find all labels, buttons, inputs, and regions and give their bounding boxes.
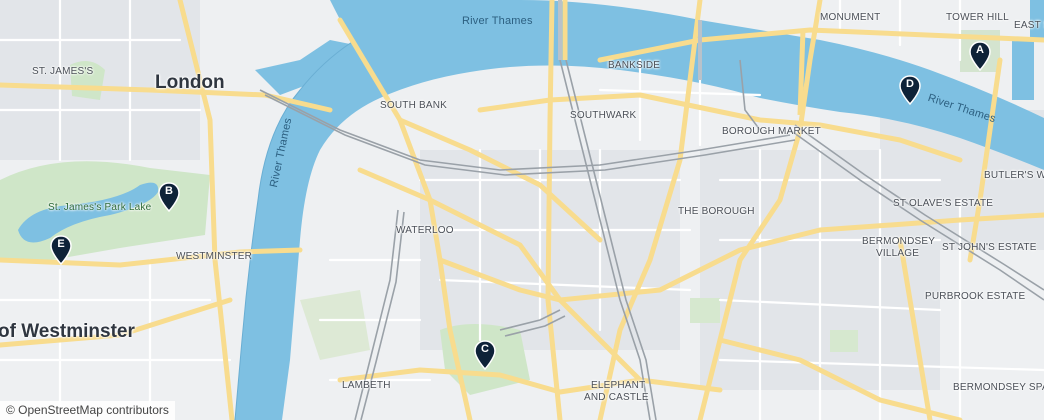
- purbrook-estate-label: PURBROOK ESTATE: [925, 291, 1026, 302]
- map-attribution: © OpenStreetMap contributors: [0, 401, 175, 420]
- map-marker-e[interactable]: E: [50, 235, 72, 265]
- marker-letter: A: [976, 44, 984, 56]
- marker-letter: D: [906, 78, 914, 90]
- map-marker-a[interactable]: A: [969, 41, 991, 71]
- attribution-text[interactable]: © OpenStreetMap contributors: [6, 403, 169, 417]
- monument-label: MONUMENT: [820, 12, 881, 23]
- city-of-westminster-label: of Westminster: [0, 321, 135, 342]
- bermondsey-spa-label: BERMONDSEY SPA: [953, 382, 1044, 393]
- elephant-and-castle-label-line2: AND CASTLE: [584, 392, 649, 403]
- map-canvas[interactable]: River Thames River Thames River Thames L…: [0, 0, 1044, 420]
- marker-letter: B: [165, 185, 173, 197]
- south-bank-label: SOUTH BANK: [380, 100, 448, 111]
- map-marker-b[interactable]: B: [158, 182, 180, 212]
- map-base-layer: [0, 0, 1044, 420]
- borough-market-label: BOROUGH MARKET: [722, 126, 821, 137]
- st-olaves-estate-label: ST OLAVE'S ESTATE: [893, 198, 994, 209]
- westminster-label: WESTMINSTER: [176, 251, 253, 262]
- st-jamess-park-lake-label: St. James's Park Lake: [48, 202, 152, 213]
- bankside-label: BANKSIDE: [608, 60, 661, 71]
- map-marker-d[interactable]: D: [899, 75, 921, 105]
- southwark-label: SOUTHWARK: [570, 110, 637, 121]
- waterloo-label: WATERLOO: [396, 225, 454, 236]
- tower-hill-label: TOWER HILL: [946, 12, 1009, 23]
- elephant-and-castle-label-line1: ELEPHANT: [591, 380, 646, 391]
- london-label: London: [155, 72, 225, 93]
- east-smithfield-label: EAST SM: [1014, 20, 1044, 31]
- st-jamess-label: ST. JAMES'S: [32, 66, 94, 77]
- map-marker-c[interactable]: C: [474, 340, 496, 370]
- marker-letter: E: [57, 238, 65, 250]
- st-johns-estate-label: ST JOHN'S ESTATE: [942, 242, 1037, 253]
- bermondsey-village-label-line1: BERMONDSEY: [862, 236, 936, 247]
- river-thames-label-top: River Thames: [462, 15, 533, 27]
- the-borough-label: THE BOROUGH: [678, 206, 755, 217]
- bermondsey-village-label-line2: VILLAGE: [876, 248, 920, 259]
- lambeth-label: LAMBETH: [342, 380, 391, 391]
- marker-letter: C: [481, 343, 489, 355]
- butlers-wharf-label: BUTLER'S WHA: [984, 170, 1044, 181]
